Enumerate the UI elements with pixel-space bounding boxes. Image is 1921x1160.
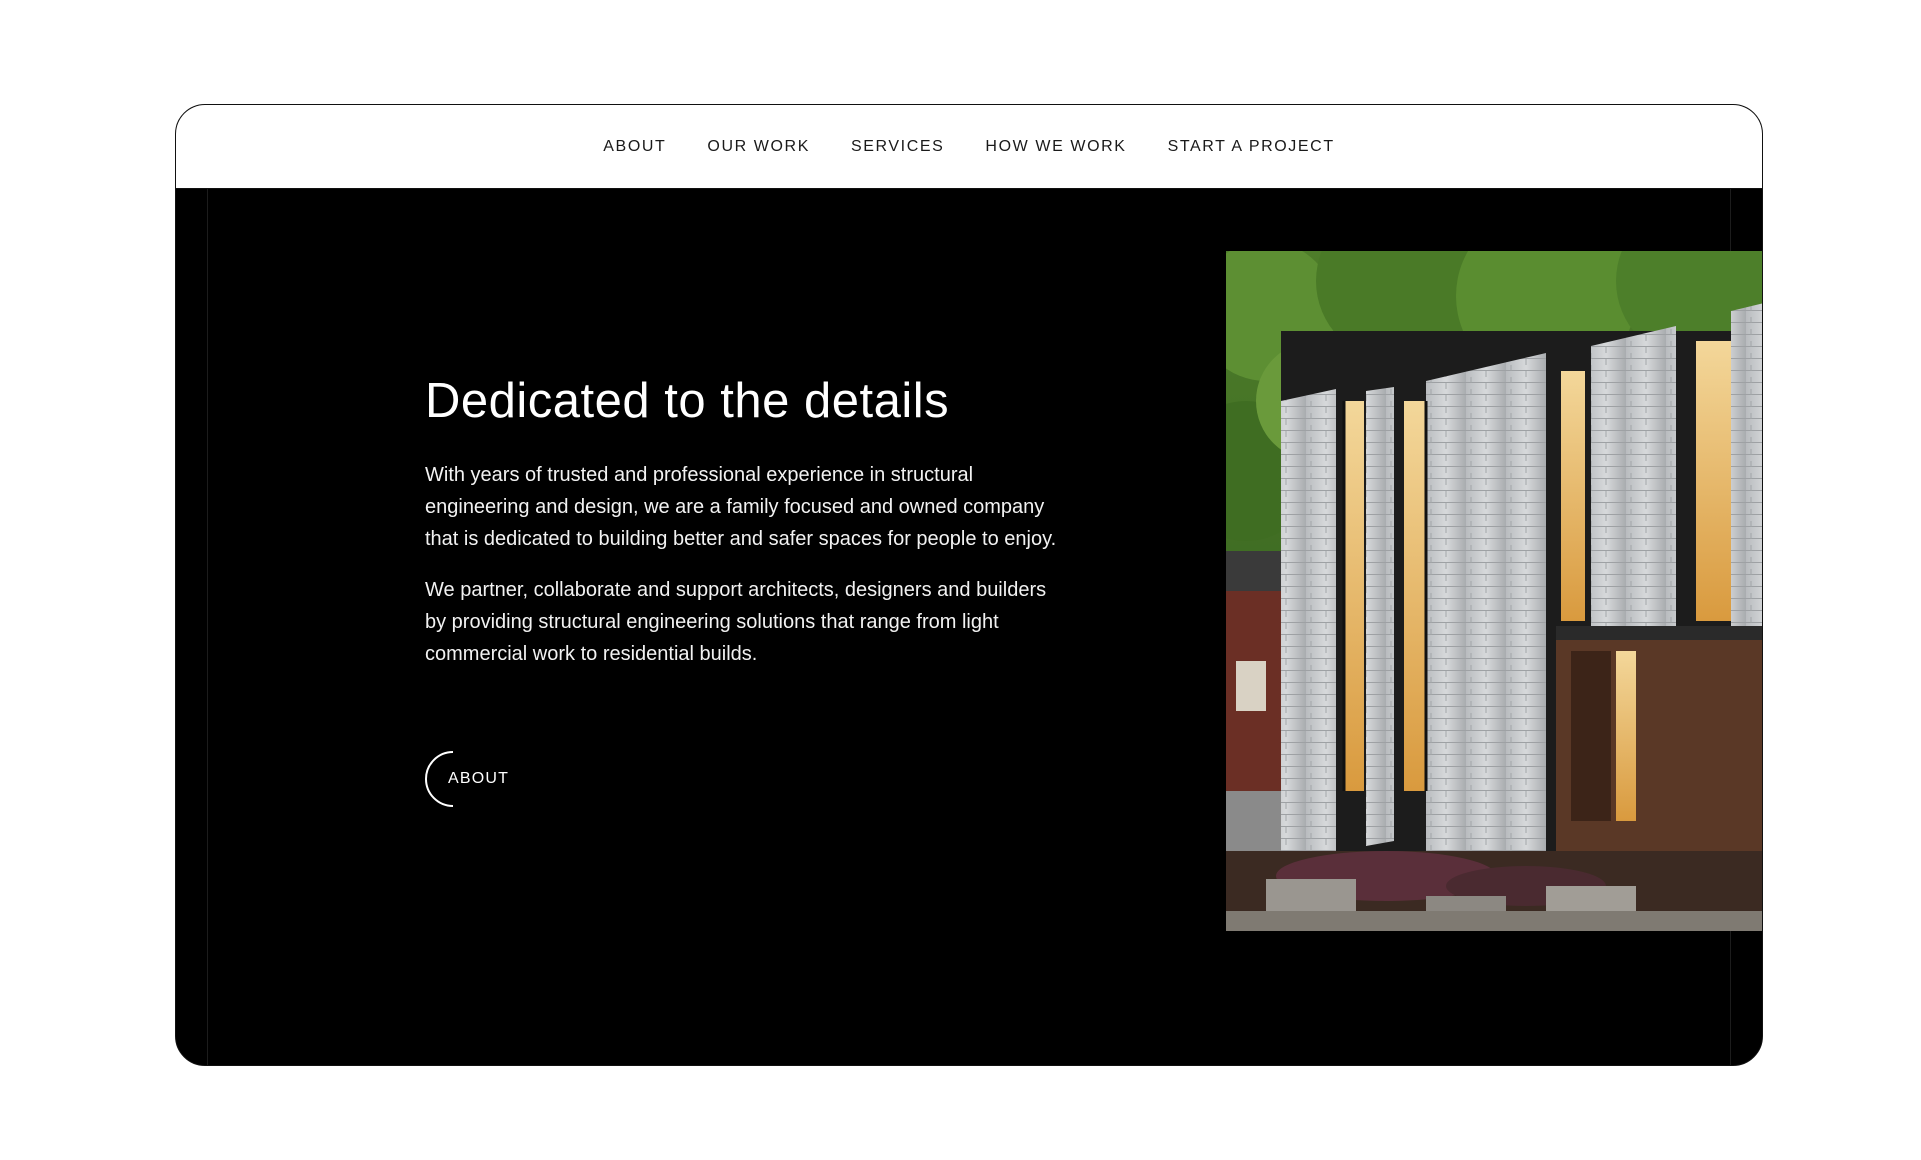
about-button[interactable]: ABOUT xyxy=(425,751,509,807)
nav-item-about[interactable]: ABOUT xyxy=(603,138,666,156)
building-photo xyxy=(1226,251,1762,931)
top-navigation: ABOUT OUR WORK SERVICES HOW WE WORK STAR… xyxy=(176,105,1762,189)
nav-item-services[interactable]: SERVICES xyxy=(851,138,944,156)
nav-item-how-we-work[interactable]: HOW WE WORK xyxy=(985,138,1126,156)
guide-line-left xyxy=(207,105,208,1065)
nav-item-start-a-project[interactable]: START A PROJECT xyxy=(1168,138,1335,156)
hero-content: Dedicated to the details With years of t… xyxy=(425,373,1065,689)
hero-paragraph-1: With years of trusted and professional e… xyxy=(425,464,1057,550)
browser-frame: ABOUT OUR WORK SERVICES HOW WE WORK STAR… xyxy=(175,104,1763,1066)
nav-item-our-work[interactable]: OUR WORK xyxy=(707,138,810,156)
hero-title: Dedicated to the details xyxy=(425,374,950,428)
hero-paragraph-2: We partner, collaborate and support arch… xyxy=(425,579,1047,665)
arc-icon xyxy=(425,751,454,807)
